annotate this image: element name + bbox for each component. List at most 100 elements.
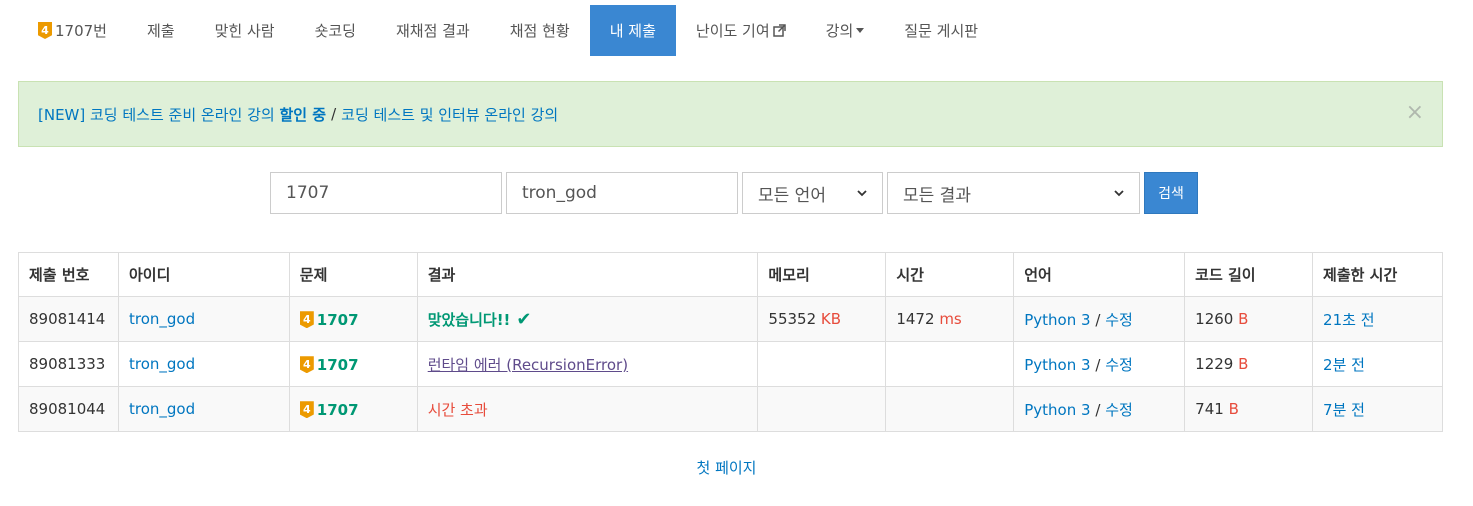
alert-separator: / bbox=[331, 105, 337, 123]
submission-id: 89081414 bbox=[18, 296, 119, 342]
language-link[interactable]: Python 3 bbox=[1024, 311, 1090, 329]
problem-nav: 4 1707번 제출 맞힌 사람 숏코딩 재채점 결과 채점 현황 내 제출 난… bbox=[18, 5, 998, 56]
nav-judge-status-label: 채점 현황 bbox=[509, 22, 570, 40]
nav-accepted-users-label: 맞힌 사람 bbox=[214, 22, 275, 40]
nav-submit-label: 제출 bbox=[146, 22, 175, 40]
nav-my-submissions[interactable]: 내 제출 bbox=[589, 5, 676, 56]
code-length-unit: B bbox=[1238, 310, 1249, 328]
language-select[interactable]: 모든 언어 bbox=[742, 172, 883, 214]
caret-down-icon bbox=[856, 28, 865, 33]
time-value bbox=[885, 386, 1015, 432]
memory-value bbox=[757, 341, 887, 387]
problem-link[interactable]: 4 1707 bbox=[299, 310, 359, 329]
table-row: 89081333 tron_god 4 1707 런타임 에러 (Recursi… bbox=[18, 341, 1443, 387]
time-value bbox=[885, 341, 1015, 387]
user-link[interactable]: tron_god bbox=[129, 400, 195, 418]
nav-qna-board[interactable]: 질문 게시판 bbox=[884, 5, 998, 56]
nav-accepted-users[interactable]: 맞힌 사람 bbox=[195, 5, 295, 56]
result-select[interactable]: 모든 결과 bbox=[887, 172, 1140, 214]
time-unit: ms bbox=[939, 310, 962, 328]
nav-problem-label: 1707번 bbox=[55, 22, 107, 40]
code-length-unit: B bbox=[1228, 400, 1239, 418]
time-value: 1472 bbox=[896, 310, 935, 328]
header-language: 언어 bbox=[1013, 252, 1186, 297]
external-link-icon bbox=[772, 24, 786, 37]
header-time: 시간 bbox=[885, 252, 1015, 297]
problem-link[interactable]: 4 1707 bbox=[299, 400, 359, 419]
check-icon: ✔ bbox=[516, 308, 532, 330]
alert-sale-text: 할인 중 bbox=[279, 105, 327, 124]
edit-link[interactable]: 수정 bbox=[1105, 356, 1133, 374]
nav-submit[interactable]: 제출 bbox=[127, 5, 195, 56]
edit-separator: / bbox=[1095, 355, 1101, 374]
nav-rejudge-results[interactable]: 재채점 결과 bbox=[376, 5, 490, 56]
language-link[interactable]: Python 3 bbox=[1024, 401, 1090, 419]
edit-link[interactable]: 수정 bbox=[1105, 401, 1133, 419]
code-length-value: 1229 bbox=[1195, 355, 1234, 373]
header-result: 결과 bbox=[416, 252, 759, 297]
alert-link-interview[interactable]: 코딩 테스트 및 인터뷰 온라인 강의 bbox=[341, 104, 558, 125]
user-id-input[interactable]: tron_god bbox=[506, 172, 738, 214]
table-header-row: 제출 번호 아이디 문제 결과 메모리 시간 언어 코드 길이 제출한 시간 bbox=[18, 252, 1443, 297]
result-text: 시간 초과 bbox=[427, 400, 488, 419]
user-link[interactable]: tron_god bbox=[129, 310, 195, 328]
nav-judge-status[interactable]: 채점 현황 bbox=[490, 5, 590, 56]
nav-difficulty-contrib[interactable]: 난이도 기여 bbox=[676, 5, 806, 56]
submitted-time-link[interactable]: 21초 전 bbox=[1323, 311, 1374, 329]
header-user-id: 아이디 bbox=[117, 252, 290, 297]
header-submitted-at: 제출한 시간 bbox=[1312, 252, 1443, 297]
tier-icon: 4 bbox=[299, 401, 314, 419]
memory-value bbox=[757, 386, 887, 432]
submitted-time-link[interactable]: 2분 전 bbox=[1323, 356, 1365, 374]
nav-difficulty-contrib-label: 난이도 기여 bbox=[695, 22, 770, 40]
pagination: 첫 페이지 bbox=[0, 457, 1453, 478]
problem-link[interactable]: 4 1707 bbox=[299, 355, 359, 374]
submission-id: 89081333 bbox=[18, 341, 119, 387]
header-problem: 문제 bbox=[288, 252, 418, 297]
memory-unit: KB bbox=[820, 310, 842, 328]
tier-icon: 4 bbox=[38, 22, 52, 39]
problem-number: 1707 bbox=[316, 400, 359, 419]
promo-alert: [NEW] 코딩 테스트 준비 온라인 강의 할인 중 / 코딩 테스트 및 인… bbox=[18, 81, 1443, 147]
table-row: 89081044 tron_god 4 1707 시간 초과 Python 3 … bbox=[18, 386, 1443, 432]
edit-separator: / bbox=[1095, 310, 1101, 329]
nav-my-submissions-label: 내 제출 bbox=[609, 22, 656, 40]
result-text: 맞았습니다!! bbox=[427, 310, 511, 329]
status-filter-form: 1707 tron_god 모든 언어 모든 결과 검색 bbox=[270, 172, 1198, 214]
result-link[interactable]: 런타임 에러 (RecursionError) bbox=[428, 356, 628, 374]
user-link[interactable]: tron_god bbox=[129, 355, 195, 373]
nav-lectures-dropdown[interactable]: 강의 bbox=[806, 5, 885, 56]
problem-number: 1707 bbox=[316, 310, 359, 329]
code-length-value: 741 bbox=[1195, 400, 1224, 418]
submitted-time-link[interactable]: 7분 전 bbox=[1323, 401, 1365, 419]
memory-value: 55352 bbox=[768, 310, 817, 328]
tier-icon: 4 bbox=[299, 356, 314, 374]
nav-qna-board-label: 질문 게시판 bbox=[904, 22, 979, 40]
search-button[interactable]: 검색 bbox=[1144, 172, 1198, 214]
close-icon[interactable]: × bbox=[1406, 102, 1424, 124]
nav-rejudge-results-label: 재채점 결과 bbox=[395, 22, 470, 40]
result-select-value: 모든 결과 bbox=[903, 185, 971, 206]
edit-link[interactable]: 수정 bbox=[1105, 311, 1133, 329]
code-length-value: 1260 bbox=[1195, 310, 1234, 328]
nav-short-coding-label: 숏코딩 bbox=[314, 22, 356, 40]
code-length-unit: B bbox=[1238, 355, 1249, 373]
table-row: 89081414 tron_god 4 1707 맞았습니다!! ✔ 55352 … bbox=[18, 296, 1443, 342]
problem-number: 1707 bbox=[316, 355, 359, 374]
alert-link-lecture[interactable]: [NEW] 코딩 테스트 준비 온라인 강의 할인 중 bbox=[38, 104, 326, 125]
submission-id: 89081044 bbox=[18, 386, 119, 432]
chevron-down-icon bbox=[857, 190, 867, 197]
header-code-length: 코드 길이 bbox=[1184, 252, 1314, 297]
first-page-link[interactable]: 첫 페이지 bbox=[697, 459, 757, 477]
problem-id-input[interactable]: 1707 bbox=[270, 172, 502, 214]
language-select-value: 모든 언어 bbox=[758, 185, 826, 206]
alert-prefix: [NEW] 코딩 테스트 준비 온라인 강의 bbox=[38, 105, 275, 124]
nav-lectures-label: 강의 bbox=[825, 22, 854, 40]
submission-table: 제출 번호 아이디 문제 결과 메모리 시간 언어 코드 길이 제출한 시간 8… bbox=[18, 252, 1443, 432]
header-memory: 메모리 bbox=[757, 252, 887, 297]
nav-problem[interactable]: 4 1707번 bbox=[18, 5, 127, 56]
edit-separator: / bbox=[1095, 400, 1101, 419]
tier-icon: 4 bbox=[299, 311, 314, 329]
language-link[interactable]: Python 3 bbox=[1024, 356, 1090, 374]
nav-short-coding[interactable]: 숏코딩 bbox=[295, 5, 376, 56]
